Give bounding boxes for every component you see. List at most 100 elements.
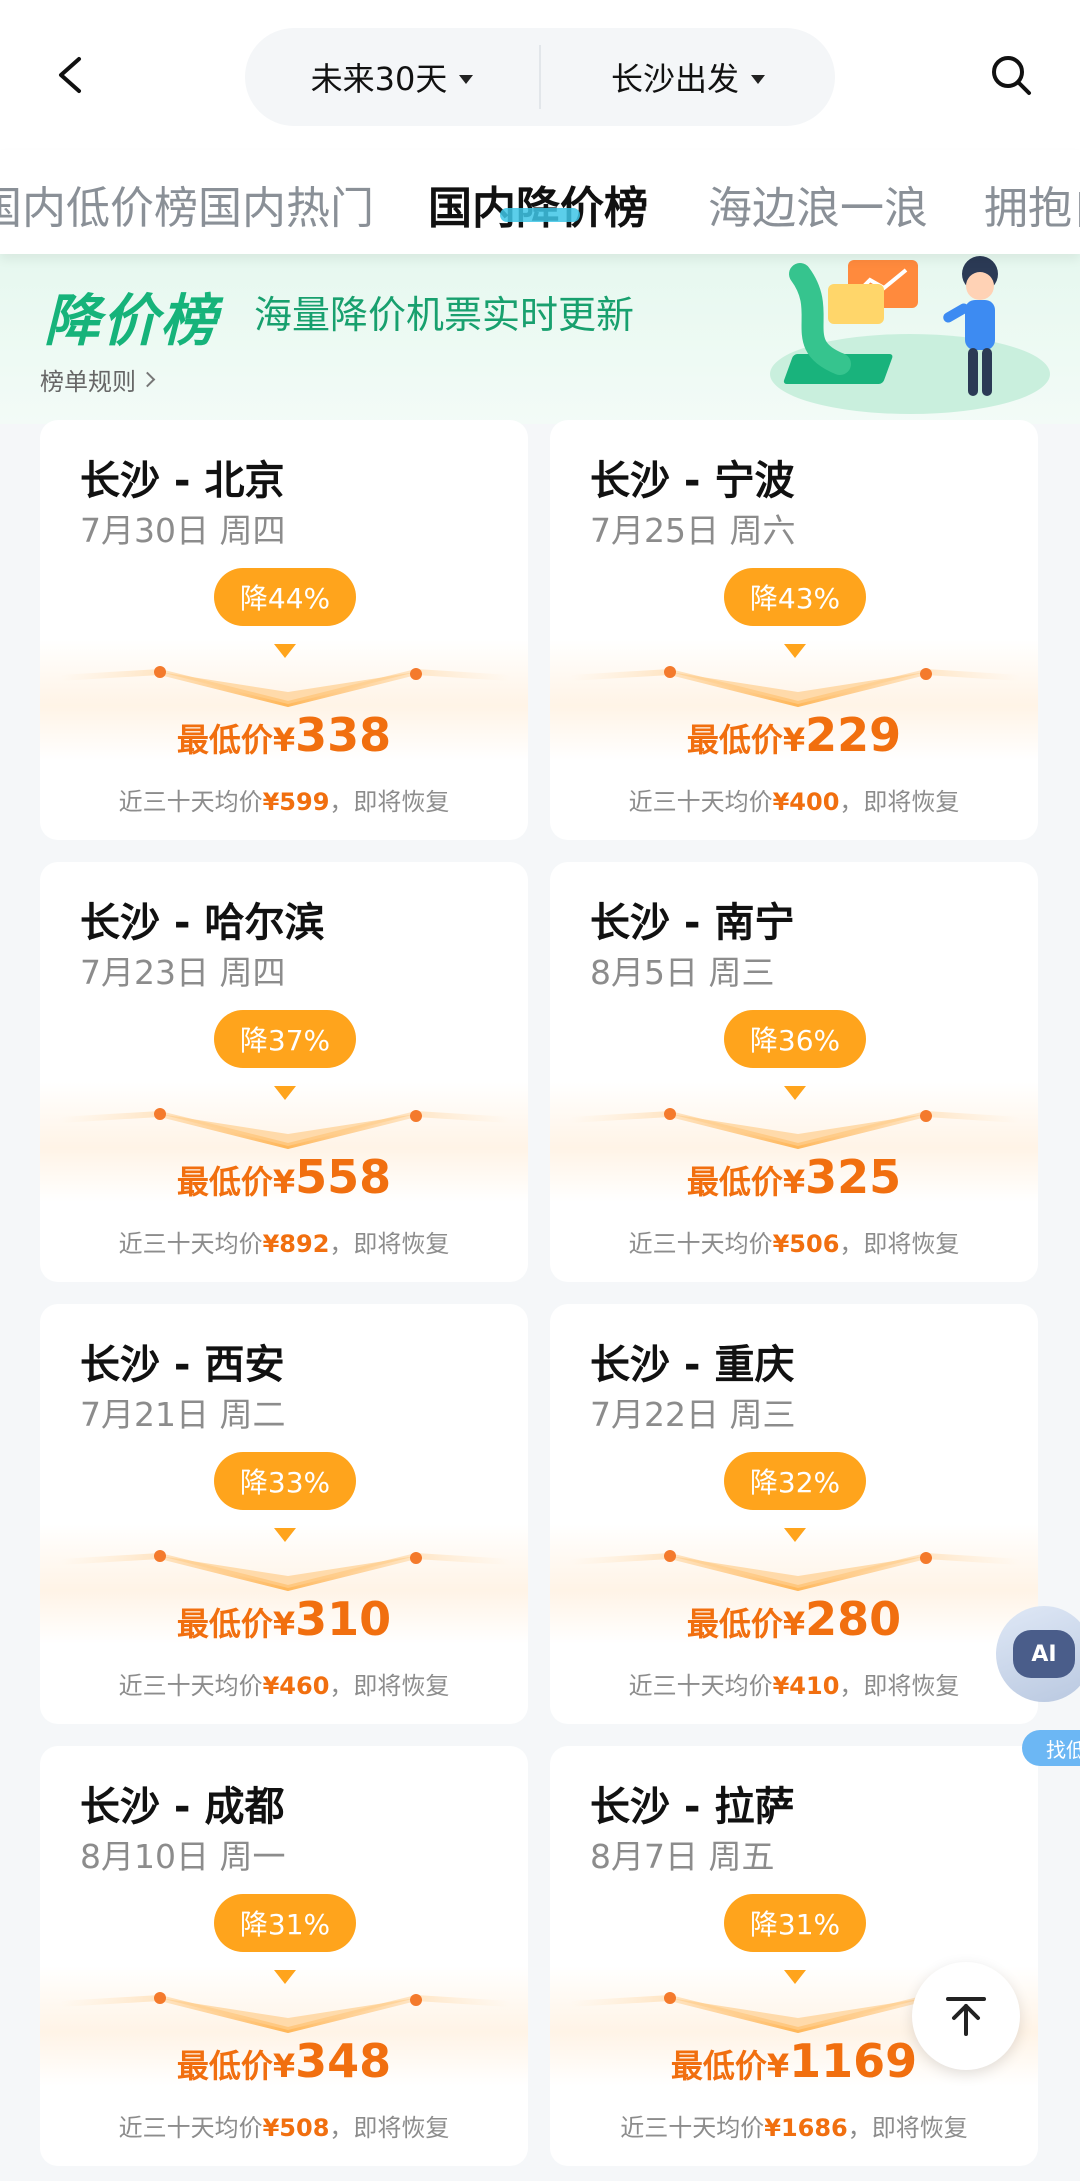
price-value: 558 [295,1150,392,1204]
average-price-note: 近三十天均价¥599，即将恢复 [40,782,528,817]
price-label: 最低价¥ [670,2047,790,2085]
avg-suffix: ，即将恢复 [329,2114,450,2142]
flight-date: 8月5日 周三 [590,953,775,992]
avg-prefix: 近三十天均价 [620,2114,765,2142]
route-title: 长沙 - 哈尔滨 [80,900,325,946]
route-title: 长沙 - 拉萨 [590,1784,795,1830]
route-title: 长沙 - 宁波 [590,458,795,504]
banner-title: 降价榜 [44,289,218,354]
drop-percent-badge: 降44% [214,568,356,626]
price-value: 229 [805,708,902,762]
ai-assistant-tag[interactable]: 找低 [1022,1730,1080,1766]
lowest-price: 最低价¥310 [40,1592,528,1646]
flight-date: 7月23日 周四 [80,953,286,992]
flight-date: 7月22日 周三 [590,1395,796,1434]
tab-domestic-hot[interactable]: 国内热门 [198,172,374,236]
avg-price-value: ¥506 [772,1230,840,1258]
price-label: 最低价¥ [176,721,296,759]
drop-percent-badge: 降43% [724,568,866,626]
price-value: 280 [805,1592,902,1646]
price-value: 348 [295,2034,392,2088]
price-value: 310 [295,1592,392,1646]
avg-prefix: 近三十天均价 [118,1230,263,1258]
tab-nature[interactable]: 拥抱自然 [984,172,1080,236]
search-button[interactable] [978,42,1044,108]
price-label: 最低价¥ [176,1163,296,1201]
chevron-right-icon [139,371,156,388]
drop-percent-badge: 降36% [724,1010,866,1068]
avg-price-value: ¥1686 [764,2114,848,2142]
lowest-price: 最低价¥325 [550,1150,1038,1204]
departure-filter-dropdown[interactable]: 长沙出发 [541,28,835,126]
price-value: 338 [295,708,392,762]
departure-filter-label: 长沙出发 [610,60,739,98]
drop-percent-badge: 降37% [214,1010,356,1068]
rules-link-label: 榜单规则 [40,368,136,396]
flight-date: 8月10日 周一 [80,1837,286,1876]
route-title: 长沙 - 西安 [80,1342,285,1388]
average-price-note: 近三十天均价¥506，即将恢复 [550,1224,1038,1259]
drop-percent-badge: 降33% [214,1452,356,1510]
flight-date: 8月7日 周五 [590,1837,775,1876]
flight-date: 7月30日 周四 [80,511,286,550]
price-drop-banner: 降价榜 海量降价机票实时更新 榜单规则 [0,254,1080,424]
route-card[interactable]: 长沙 - 拉萨 8月7日 周五 降31% 最低价¥1169 近三十天均价¥1686，即将… [550,1746,1038,2166]
tab-domestic-price-drop[interactable]: 国内降价榜 [428,172,648,236]
route-card[interactable]: 长沙 - 南宁 8月5日 周三降36% 最低价¥325 近三十天均价¥506，即将恢复 [550,862,1038,1282]
average-price-note: 近三十天均价¥892，即将恢复 [40,1224,528,1259]
avg-suffix: ，即将恢复 [839,1230,960,1258]
price-label: 最低价¥ [176,2047,296,2085]
avg-prefix: 近三十天均价 [628,788,773,816]
top-bar: 未来30天 长沙出发 [0,0,1080,150]
avg-price-value: ¥508 [262,2114,330,2142]
caret-down-icon [751,74,765,84]
lowest-price: 最低价¥348 [40,2034,528,2088]
back-button[interactable] [40,45,100,105]
avg-prefix: 近三十天均价 [628,1230,773,1258]
date-filter-dropdown[interactable]: 未来30天 [245,28,539,126]
price-value: 1169 [789,2034,918,2088]
date-filter-label: 未来30天 [310,60,448,98]
category-tabs: 国内低价榜 国内热门 国内降价榜 海边浪一浪 拥抱自然 [0,150,1080,254]
price-label: 最低价¥ [686,1163,806,1201]
lowest-price: 最低价¥229 [550,708,1038,762]
route-card[interactable]: 长沙 - 成都 8月10日 周一 降31% 最低价¥348 近三十天均价¥508，即将恢… [40,1746,528,2166]
banner-subtitle: 海量降价机票实时更新 [254,293,635,337]
person-with-chart-illustration [770,256,1050,414]
avg-suffix: ，即将恢复 [329,1230,450,1258]
caret-down-icon [459,74,474,84]
drop-percent-badge: 降31% [724,1894,866,1952]
avg-price-value: ¥892 [262,1230,330,1258]
active-tab-indicator [500,208,580,222]
avg-prefix: 近三十天均价 [628,1672,773,1700]
route-card[interactable]: 长沙 - 西安 7月21日 周二 降33% 最低价¥310 近三十天均价¥460，即将恢… [40,1304,528,1724]
route-card[interactable]: 长沙 - 北京 7月30日 周四 降44% 最低价¥338 近三十天均价¥599，即将恢… [40,420,528,840]
back-to-top-button[interactable] [912,1962,1020,2070]
avg-price-value: ¥599 [262,788,330,816]
price-label: 最低价¥ [176,1605,296,1643]
lowest-price: 最低价¥280 [550,1592,1038,1646]
avg-price-value: ¥400 [772,788,840,816]
avg-price-value: ¥410 [772,1672,840,1700]
average-price-note: 近三十天均价¥508，即将恢复 [40,2108,528,2143]
route-card[interactable]: 长沙 - 重庆 7月22日 周三 降32% 最低价¥280 近三十天均价¥410，即将恢… [550,1304,1038,1724]
drop-percent-badge: 降32% [724,1452,866,1510]
average-price-note: 近三十天均价¥460，即将恢复 [40,1666,528,1701]
tab-seaside[interactable]: 海边浪一浪 [708,172,928,236]
route-title: 长沙 - 南宁 [590,900,795,946]
route-card[interactable]: 长沙 - 宁波 7月25日 周六 降43% 最低价¥229 近三十天均价¥400，即将恢… [550,420,1038,840]
rules-link[interactable]: 榜单规则 [40,362,156,397]
robot-icon: AI [1013,1630,1075,1678]
lowest-price: 最低价¥558 [40,1150,528,1204]
avg-suffix: ，即将恢复 [839,788,960,816]
avg-suffix: ，即将恢复 [329,1672,450,1700]
price-label: 最低价¥ [686,721,806,759]
average-price-note: 近三十天均价¥410，即将恢复 [550,1666,1038,1701]
route-card[interactable]: 长沙 - 哈尔滨 7月23日 周四降37% 最低价¥558 近三十天均价¥892，即将… [40,862,528,1282]
tab-domestic-low-price[interactable]: 国内低价榜 [0,172,198,236]
lowest-price: 最低价¥338 [40,708,528,762]
avg-prefix: 近三十天均价 [118,788,263,816]
avg-prefix: 近三十天均价 [118,2114,263,2142]
average-price-note: 近三十天均价¥400，即将恢复 [550,782,1038,817]
arrow-up-icon [946,1997,986,2036]
